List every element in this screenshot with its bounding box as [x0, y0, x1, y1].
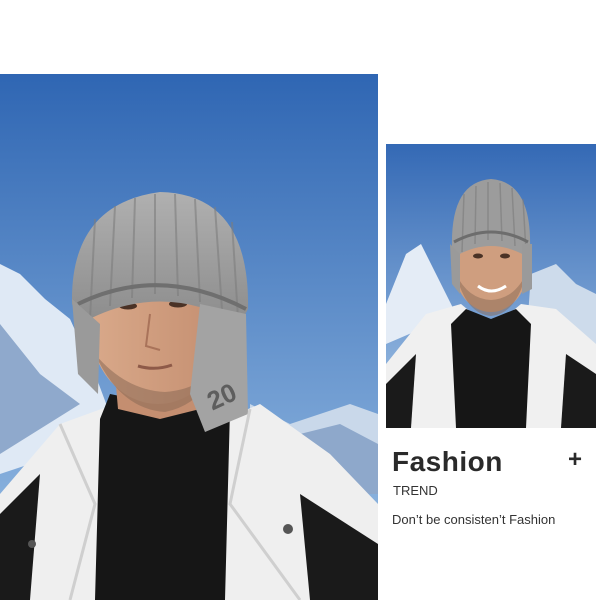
main-product-photo: 20: [0, 74, 378, 600]
caption-block: Fashion + TREND Don’t be consisten’t Fas…: [386, 440, 596, 540]
caption-title: Fashion: [392, 446, 503, 477]
main-photo-illustration: 20: [0, 74, 378, 600]
caption-slogan: Don’t be consisten’t Fashion: [392, 512, 556, 527]
secondary-product-photo: [386, 144, 596, 428]
caption-subtitle: TREND: [393, 483, 438, 498]
secondary-photo-illustration: [386, 144, 596, 428]
plus-icon: +: [568, 446, 583, 473]
